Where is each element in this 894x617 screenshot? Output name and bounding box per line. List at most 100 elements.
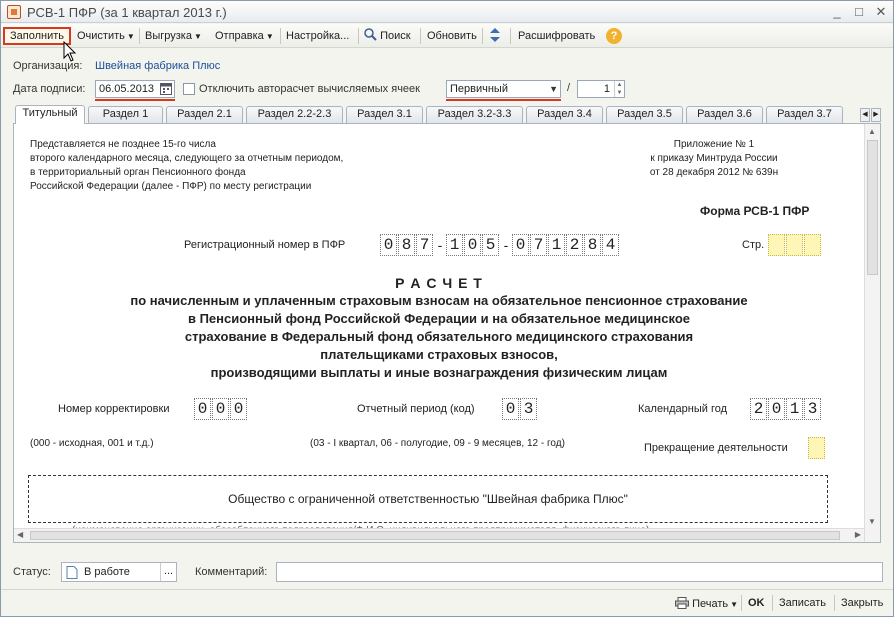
page-label: Стр. bbox=[742, 239, 765, 251]
window-title: РСВ-1 ПФР (за 1 квартал 2013 г.) bbox=[27, 5, 227, 20]
close-button[interactable]: Закрыть bbox=[841, 597, 883, 609]
send-label: Отправка bbox=[215, 30, 264, 42]
appendix-line: от 28 декабря 2012 № 639н bbox=[649, 167, 779, 178]
toolbar-separator bbox=[420, 28, 421, 44]
scroll-down-icon[interactable]: ▼ bbox=[868, 517, 876, 526]
autocalc-checkbox[interactable] bbox=[183, 83, 195, 95]
tab-section-3-7[interactable]: Раздел 3.7 bbox=[766, 106, 843, 123]
decode-button[interactable]: Расшифровать bbox=[518, 27, 595, 45]
report-kind-select[interactable]: Первичный ▼ bbox=[446, 80, 561, 98]
print-label: Печать bbox=[692, 598, 729, 610]
toolbar-separator bbox=[139, 28, 140, 44]
sign-date-input[interactable]: 06.05.2013 bbox=[95, 80, 175, 98]
refresh-button[interactable]: Обновить bbox=[427, 27, 477, 45]
form-content: Представляется не позднее 15-го числа вт… bbox=[13, 123, 881, 543]
correction-number-input[interactable]: 1 ▲ ▼ bbox=[577, 80, 625, 98]
reg-dash: - bbox=[437, 237, 443, 253]
chevron-down-icon: ▼ bbox=[193, 32, 202, 41]
period-field[interactable]: 0 3 bbox=[502, 398, 538, 420]
report-kind-value: Первичный bbox=[450, 83, 508, 95]
tab-section-2-1[interactable]: Раздел 2.1 bbox=[166, 106, 243, 123]
reg-number-field[interactable]: 0 8 7 - 1 0 5 - 0 7 1 2 8 4 bbox=[380, 234, 620, 256]
scroll-left-icon[interactable]: ◀ bbox=[17, 530, 23, 539]
scroll-up-icon[interactable]: ▲ bbox=[868, 127, 876, 136]
page-number-field[interactable] bbox=[768, 234, 822, 256]
page-digit bbox=[804, 234, 821, 256]
tab-scroll-right-icon[interactable]: ▶ bbox=[871, 108, 881, 122]
correction-number-value: 1 bbox=[603, 83, 610, 95]
sort-button[interactable] bbox=[488, 27, 502, 45]
appendix-note: Приложение № 1 к приказу Минтруда России… bbox=[614, 138, 814, 180]
reg-digit: 4 bbox=[602, 234, 619, 256]
calc-heading-line: производящими выплаты и иные вознагражде… bbox=[210, 365, 668, 380]
bottom-separator bbox=[741, 595, 742, 611]
submission-note: Представляется не позднее 15-го числа вт… bbox=[30, 138, 343, 194]
note-line: Представляется не позднее 15-го числа bbox=[30, 139, 216, 150]
send-menu-button[interactable]: Отправка ▼ bbox=[215, 27, 274, 45]
clear-menu-button[interactable]: Очистить ▼ bbox=[77, 27, 135, 45]
settings-button[interactable]: Настройка... bbox=[286, 27, 349, 45]
horizontal-scrollbar[interactable]: ◀ ▶ bbox=[14, 528, 864, 542]
comment-input[interactable] bbox=[276, 562, 883, 582]
fill-button[interactable]: Заполнить bbox=[3, 27, 71, 45]
tab-section-2-2-2-3[interactable]: Раздел 2.2-2.3 bbox=[246, 106, 343, 123]
calc-heading: Р А С Ч Е Т bbox=[395, 275, 483, 291]
close-window-button[interactable]: ✕ bbox=[873, 4, 889, 20]
calendar-icon[interactable] bbox=[160, 82, 172, 100]
reg-digit: 8 bbox=[584, 234, 601, 256]
date-highlight bbox=[95, 99, 175, 101]
export-label: Выгрузка bbox=[145, 30, 192, 42]
search-label: Поиск bbox=[380, 30, 411, 42]
org-link[interactable]: Швейная фабрика Плюс bbox=[95, 60, 220, 72]
print-button[interactable]: Печать ▼ bbox=[675, 597, 738, 610]
app-icon bbox=[7, 5, 21, 19]
scroll-thumb[interactable] bbox=[867, 140, 878, 275]
autocalc-label: Отключить авторасчет вычисляемых ячеек bbox=[199, 83, 420, 95]
toolbar-separator bbox=[510, 28, 511, 44]
save-button[interactable]: Записать bbox=[779, 597, 826, 609]
reg-digit: 7 bbox=[416, 234, 433, 256]
tab-section-3-1[interactable]: Раздел 3.1 bbox=[346, 106, 423, 123]
status-label: Статус: bbox=[13, 566, 51, 578]
ok-button[interactable]: OK bbox=[748, 597, 765, 609]
tab-section-3-5[interactable]: Раздел 3.5 bbox=[606, 106, 683, 123]
tab-section-1[interactable]: Раздел 1 bbox=[88, 106, 163, 123]
search-button[interactable]: Поиск bbox=[364, 27, 411, 45]
correction-digit: 0 bbox=[194, 398, 211, 420]
year-field[interactable]: 2 0 1 3 bbox=[750, 398, 822, 420]
tab-section-3-4[interactable]: Раздел 3.4 bbox=[526, 106, 603, 123]
status-select-button[interactable]: ... bbox=[160, 563, 176, 581]
vertical-scrollbar[interactable]: ▲ ▼ bbox=[864, 124, 880, 542]
chevron-down-icon[interactable]: ▼ bbox=[549, 81, 558, 97]
tab-scroll-left-icon[interactable]: ◀ bbox=[860, 108, 870, 122]
org-name-field[interactable]: Общество с ограниченной ответственностью… bbox=[28, 475, 828, 523]
reg-digit: 7 bbox=[530, 234, 547, 256]
sort-arrows-icon bbox=[490, 28, 500, 42]
stop-activity-field[interactable] bbox=[808, 437, 826, 459]
reg-digit: 2 bbox=[566, 234, 583, 256]
tab-title-page[interactable]: Титульный bbox=[15, 105, 85, 124]
reg-digit: 8 bbox=[398, 234, 415, 256]
page-digit bbox=[786, 234, 803, 256]
export-menu-button[interactable]: Выгрузка ▼ bbox=[145, 27, 202, 45]
report-window: РСВ-1 ПФР (за 1 квартал 2013 г.) _ □ ✕ З… bbox=[0, 0, 894, 617]
scroll-right-icon[interactable]: ▶ bbox=[855, 530, 861, 539]
tab-section-3-6[interactable]: Раздел 3.6 bbox=[686, 106, 763, 123]
calc-heading-line: по начисленным и уплаченным страховым вз… bbox=[130, 293, 748, 308]
spinner-icon[interactable]: ▲ ▼ bbox=[614, 81, 624, 97]
period-digit: 0 bbox=[502, 398, 519, 420]
toolbar: Заполнить Очистить ▼ Выгрузка ▼ Отправка ▼ … bbox=[1, 24, 893, 48]
status-value: В работе bbox=[84, 566, 130, 578]
note-line: Российской Федерации (далее - ПФР) по ме… bbox=[30, 181, 312, 192]
maximize-button[interactable]: □ bbox=[851, 4, 867, 20]
tab-section-3-2-3-3[interactable]: Раздел 3.2-3.3 bbox=[426, 106, 523, 123]
chevron-down-icon: ▼ bbox=[126, 32, 135, 41]
hscroll-thumb[interactable] bbox=[30, 531, 840, 540]
status-field[interactable]: В работе ... bbox=[61, 562, 177, 582]
correction-field[interactable]: 0 0 0 bbox=[194, 398, 248, 420]
minimize-button[interactable]: _ bbox=[829, 4, 845, 20]
correction-hint: (000 - исходная, 001 и т.д.) bbox=[30, 438, 154, 449]
help-icon[interactable]: ? bbox=[606, 28, 622, 44]
calc-heading-line: плательщиками страховых взносов, bbox=[320, 347, 558, 362]
sign-date-value: 06.05.2013 bbox=[99, 83, 155, 95]
